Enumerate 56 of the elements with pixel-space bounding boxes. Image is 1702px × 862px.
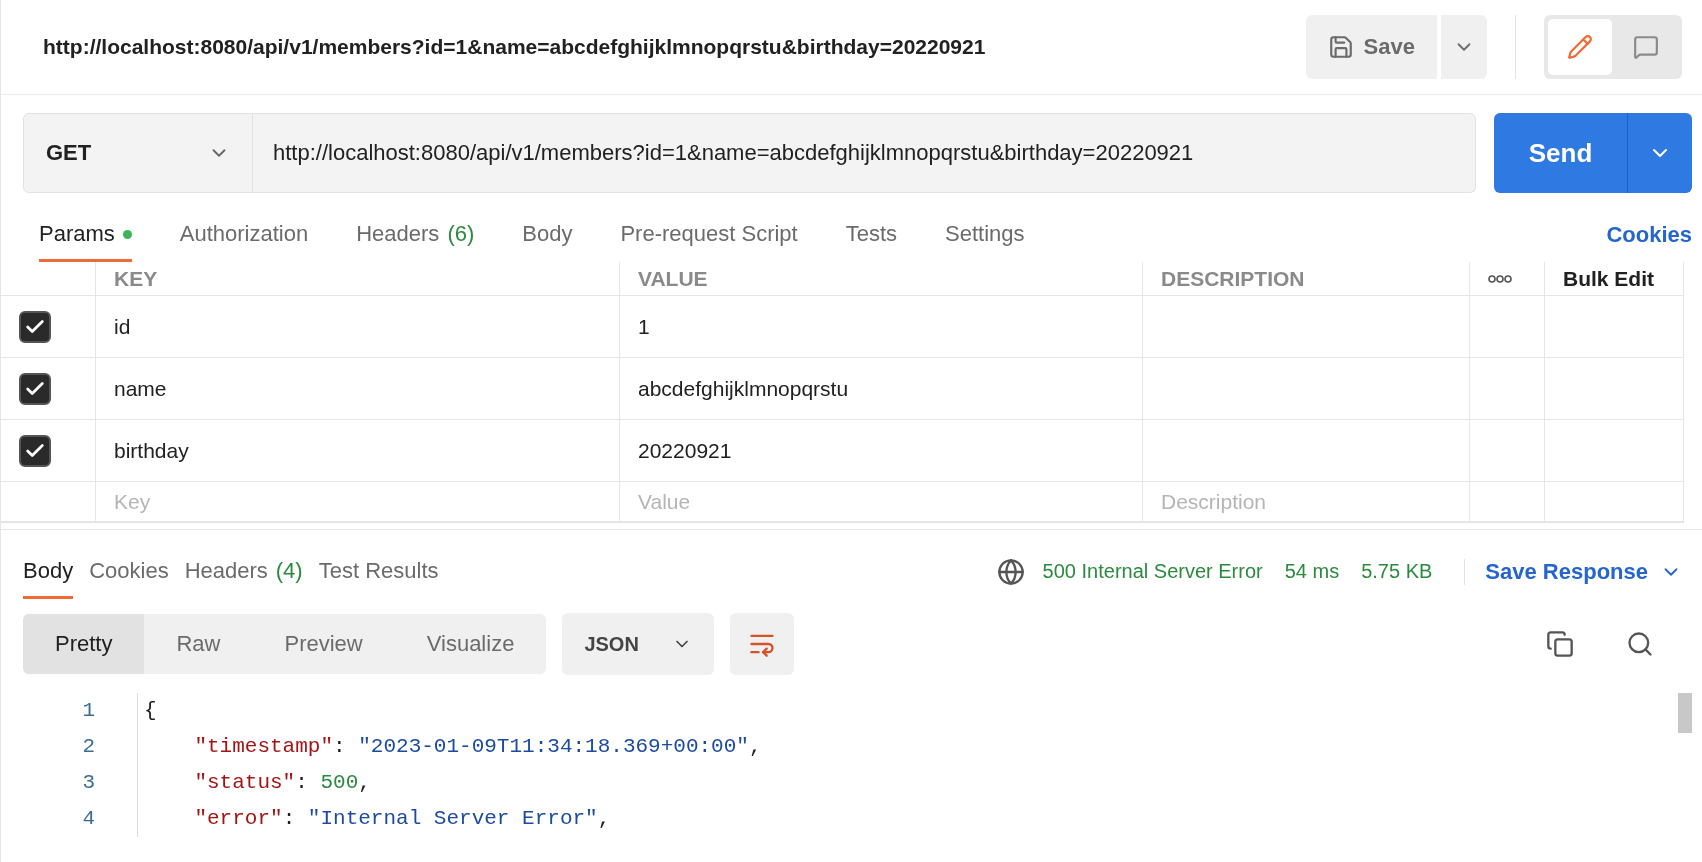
request-tab[interactable]: Params: [39, 207, 132, 262]
comment-icon: [1633, 34, 1659, 60]
param-key: id: [96, 296, 620, 358]
method-dropdown[interactable]: GET: [23, 113, 253, 193]
view-tab[interactable]: Preview: [252, 614, 395, 674]
code-line: "timestamp": "2023-01-09T11:34:18.369+00:00",: [193, 734, 763, 760]
view-tab[interactable]: Pretty: [23, 614, 145, 674]
request-tab[interactable]: Headers (6): [356, 207, 475, 262]
scrollbar-thumb[interactable]: [1678, 693, 1692, 733]
status-text: 500 Internal Server Error: [1042, 560, 1263, 583]
line-number: 4: [82, 806, 95, 832]
checkbox[interactable]: [19, 434, 51, 467]
response-tab[interactable]: Cookies: [89, 544, 169, 599]
column-header: KEY: [96, 262, 620, 296]
cookies-link[interactable]: Cookies: [1606, 221, 1692, 248]
checkbox[interactable]: [19, 310, 51, 343]
request-tab[interactable]: Body: [522, 207, 573, 262]
response-time: 54 ms: [1284, 560, 1340, 583]
more-icon[interactable]: [1488, 273, 1512, 284]
save-icon: [1327, 34, 1354, 60]
save-button[interactable]: Save: [1305, 15, 1437, 79]
column-header: VALUE: [620, 262, 1143, 296]
param-key: birthday: [96, 420, 620, 482]
search-icon: [1626, 630, 1654, 658]
pencil-icon: [1567, 34, 1593, 60]
response-size: 5.75 KB: [1361, 560, 1433, 583]
url-field[interactable]: http://localhost:8080/api/v1/members?id=1&name=abcdefghijklmnopqrstu&birthday=20220921: [253, 113, 1476, 193]
wrap-lines-button[interactable]: [730, 613, 795, 675]
param-value: abcdefghijklmnopqrstu: [620, 358, 1143, 420]
response-tab[interactable]: Test Results: [318, 544, 439, 599]
param-value: 1: [620, 296, 1143, 358]
response-tab[interactable]: Headers (4): [184, 544, 303, 599]
code-line: {: [143, 698, 158, 724]
format-dropdown[interactable]: JSON: [562, 613, 715, 675]
line-number: 1: [82, 698, 95, 724]
request-tab[interactable]: Pre-request Script: [620, 207, 798, 262]
request-tab[interactable]: Tests: [845, 207, 898, 262]
line-number: 3: [82, 770, 95, 796]
view-tab[interactable]: Visualize: [394, 614, 547, 674]
param-key: name: [96, 358, 620, 420]
code-line: "error": "Internal Server Error",: [193, 806, 612, 832]
request-title: http://localhost:8080/api/v1/members?id=1&name=abcdefghijklmnopqrstu&birthday=20220921: [43, 35, 987, 59]
bulk-edit-link[interactable]: Bulk Edit: [1545, 262, 1684, 296]
line-number: 2: [82, 734, 95, 760]
edit-button[interactable]: [1548, 19, 1612, 75]
checkbox[interactable]: [19, 372, 51, 405]
param-value: 20220921: [620, 420, 1143, 482]
view-tab[interactable]: Raw: [144, 614, 253, 674]
globe-icon: [996, 557, 1025, 586]
request-tab[interactable]: Settings: [945, 207, 1025, 262]
column-header: DESCRIPTION: [1143, 262, 1470, 296]
request-tab[interactable]: Authorization: [179, 207, 309, 262]
save-response-button[interactable]: Save Response: [1464, 558, 1682, 585]
code-line: "status": 500,: [193, 770, 372, 796]
response-tab[interactable]: Body: [23, 544, 74, 599]
copy-icon: [1546, 630, 1574, 658]
